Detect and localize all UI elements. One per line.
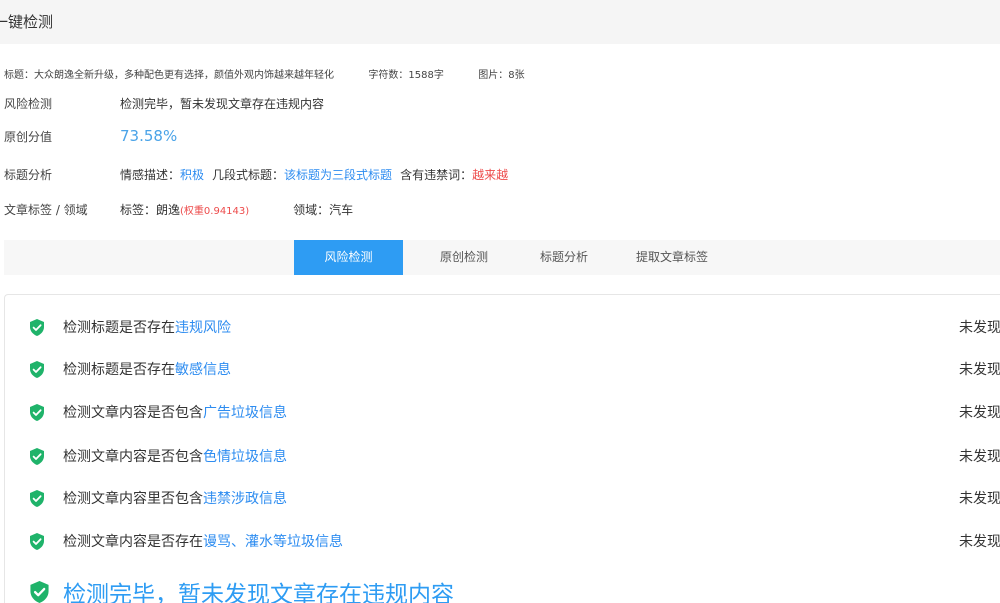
page-title: 一键检测 <box>0 13 54 31</box>
title-analysis-label: 标题分析 <box>4 167 53 182</box>
tag-weight: (权重0.94143) <box>180 205 250 217</box>
check-status: 未发现 <box>959 320 1000 336</box>
shield-check-icon <box>30 403 44 421</box>
tags-label: 文章标签 / 领域 <box>4 202 88 217</box>
check-text: 检测文章内容是否存在 <box>63 534 203 550</box>
risk-row: 风险检测 检测完毕，暂未发现文章存在违规内容 <box>4 93 324 113</box>
tags-row: 文章标签 / 领域 标签：朗逸 (权重0.94143) 领域：汽车 <box>4 199 353 219</box>
tab-title-analysis[interactable]: 标题分析 <box>524 240 604 275</box>
check-link[interactable]: 违禁涉政信息 <box>203 488 287 508</box>
title-analysis-row: 标题分析 情感描述： 积极 几段式标题： 该标题为三段式标题 含有违禁词： 越来… <box>4 164 508 184</box>
banned-label: 含有违禁词： <box>400 167 473 182</box>
check-link[interactable]: 谩骂、灌水等垃圾信息 <box>203 531 343 551</box>
risk-results-panel: 检测标题是否存在 违规风险 未发现 检测标题是否存在 敏感信息 未发现 检测文章内容… <box>4 294 1000 603</box>
tab-bar: 风险检测 原创检测 标题分析 提取文章标签 <box>4 240 1000 275</box>
tab-risk[interactable]: 风险检测 <box>294 240 403 275</box>
article-title-meta: 标题：大众朗逸全新升级，多种配色更有选择，颜值外观内饰越来越年轻化 <box>4 70 334 81</box>
header-bar: 一键检测 <box>0 0 1000 44</box>
originality-label: 原创分值 <box>4 129 53 144</box>
field-label: 领域：汽车 <box>293 202 354 217</box>
check-text: 检测标题是否存在 <box>63 320 175 336</box>
check-item: 检测文章内容是否包含 色情垃圾信息 未发现 <box>29 445 1000 467</box>
emotion-label: 情感描述： <box>120 167 181 182</box>
check-item: 检测文章内容是否存在 谩骂、灌水等垃圾信息 未发现 <box>29 530 1000 552</box>
check-text: 检测文章内容里否包含 <box>63 491 203 507</box>
check-status: 未发现 <box>959 405 1000 421</box>
banned-value: 越来越 <box>472 167 509 182</box>
check-item: 检测文章内容里否包含 违禁涉政信息 未发现 <box>29 487 1000 509</box>
check-item: 检测文章内容是否包含 广告垃圾信息 未发现 <box>29 401 1000 423</box>
shield-check-icon <box>30 532 44 550</box>
check-item: 检测标题是否存在 敏感信息 未发现 <box>29 358 1000 380</box>
check-text: 检测文章内容是否包含 <box>63 405 203 421</box>
risk-value: 检测完毕，暂未发现文章存在违规内容 <box>120 96 325 111</box>
image-count: 图片：8张 <box>478 70 525 81</box>
tab-extract-tags[interactable]: 提取文章标签 <box>622 240 722 275</box>
shield-check-icon <box>30 489 44 507</box>
tag-label: 标签：朗逸 <box>120 202 181 217</box>
article-meta: 标题：大众朗逸全新升级，多种配色更有选择，颜值外观内饰越来越年轻化 字符数：15… <box>4 66 525 81</box>
shield-check-icon <box>30 360 44 378</box>
segment-label: 几段式标题： <box>212 167 285 182</box>
check-status: 未发现 <box>959 362 1000 378</box>
check-status: 未发现 <box>959 491 1000 507</box>
check-item: 检测标题是否存在 违规风险 未发现 <box>29 316 1000 338</box>
check-status: 未发现 <box>959 534 1000 550</box>
originality-row: 原创分值 73.58% <box>4 126 177 146</box>
check-text: 检测文章内容是否包含 <box>63 449 203 465</box>
tab-originality[interactable]: 原创检测 <box>424 240 504 275</box>
emotion-value: 积极 <box>180 167 205 182</box>
originality-score: 73.58% <box>120 127 178 145</box>
shield-check-icon <box>30 318 44 336</box>
check-link[interactable]: 敏感信息 <box>175 359 231 379</box>
check-link[interactable]: 广告垃圾信息 <box>203 402 287 422</box>
char-count: 字符数：1588字 <box>368 70 444 81</box>
check-link[interactable]: 违规风险 <box>175 317 231 337</box>
shield-check-icon <box>30 447 44 465</box>
check-link[interactable]: 色情垃圾信息 <box>203 446 287 466</box>
shield-check-icon <box>30 581 49 603</box>
risk-label: 风险检测 <box>4 96 53 111</box>
page: 一键检测 标题：大众朗逸全新升级，多种配色更有选择，颜值外观内饰越来越年轻化 字… <box>0 0 1000 603</box>
final-result: 检测完毕，暂未发现文章存在违规内容 <box>29 575 454 603</box>
segment-value: 该标题为三段式标题 <box>284 167 393 182</box>
check-text: 检测标题是否存在 <box>63 362 175 378</box>
final-result-text: 检测完毕，暂未发现文章存在违规内容 <box>63 582 454 603</box>
check-status: 未发现 <box>959 449 1000 465</box>
